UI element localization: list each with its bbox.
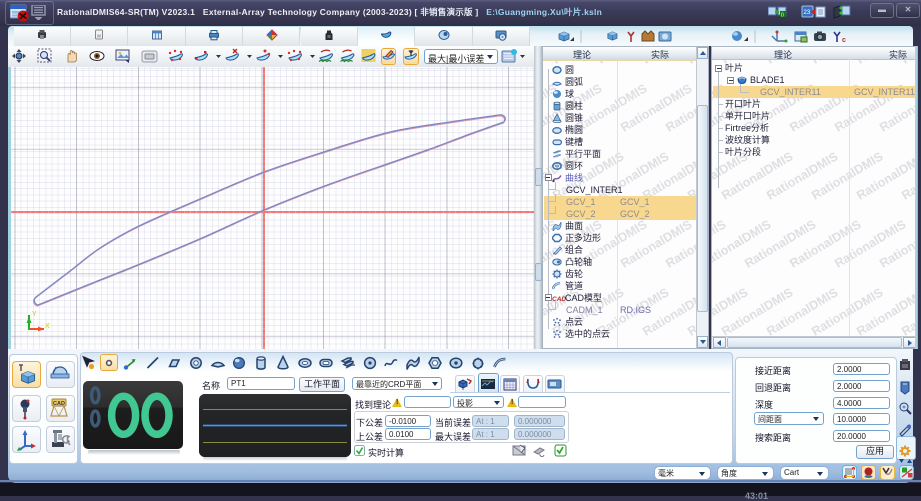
svg-text:c: c [842, 37, 846, 44]
svg-text:Y: Y [32, 311, 37, 318]
svg-text:23: 23 [804, 10, 811, 16]
svg-text:X: X [45, 323, 50, 330]
svg-text:0: 0 [781, 13, 784, 19]
